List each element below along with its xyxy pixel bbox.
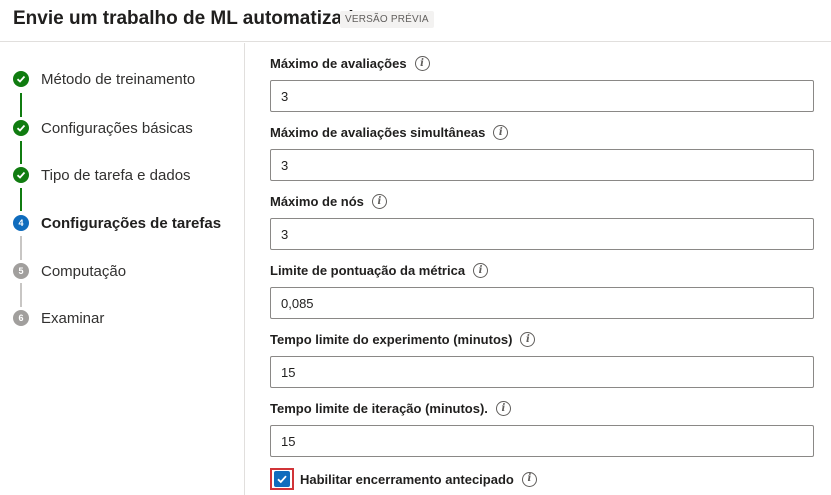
step-task-settings[interactable]: 4 Configurações de tarefas bbox=[13, 211, 221, 235]
wizard-steps-sidebar: Método de treinamento Configurações bási… bbox=[0, 43, 245, 495]
step-connector bbox=[20, 188, 22, 211]
task-settings-form: Máximo de avaliações i Máximo de avaliaç… bbox=[246, 43, 831, 495]
step-connector bbox=[20, 283, 22, 307]
step-training-method[interactable]: Método de treinamento bbox=[13, 67, 195, 91]
step-review[interactable]: 6 Examinar bbox=[13, 306, 104, 330]
check-icon bbox=[13, 71, 29, 87]
early-termination-label: Habilitar encerramento antecipado bbox=[300, 471, 514, 487]
experiment-timeout-label: Tempo limite do experimento (minutos) i bbox=[270, 332, 536, 347]
info-icon[interactable]: i bbox=[493, 125, 509, 140]
preview-badge: VERSÃO PRÉVIA bbox=[340, 11, 434, 28]
max-concurrent-trials-input[interactable] bbox=[270, 149, 814, 181]
step-connector bbox=[20, 141, 22, 164]
step-label: Tipo de tarefa e dados bbox=[41, 166, 191, 184]
step-label: Computação bbox=[41, 262, 127, 280]
iteration-timeout-input[interactable] bbox=[270, 425, 814, 457]
step-compute[interactable]: 5 Computação bbox=[13, 259, 126, 283]
checkmark-icon bbox=[277, 475, 287, 484]
step-number-badge: 5 bbox=[13, 263, 29, 279]
early-termination-row: Habilitar encerramento antecipado i bbox=[270, 468, 537, 490]
iteration-timeout-label: Tempo limite de iteração (minutos). i bbox=[270, 401, 511, 416]
step-label: Configurações de tarefas bbox=[41, 214, 222, 232]
max-trials-label: Máximo de avaliações i bbox=[270, 56, 430, 71]
check-icon bbox=[13, 120, 29, 136]
step-label: Método de treinamento bbox=[41, 70, 196, 88]
metric-threshold-label: Limite de pontuação da métrica i bbox=[270, 263, 489, 278]
page-title: Envie um trabalho de ML automatizado bbox=[13, 8, 366, 29]
step-label: Examinar bbox=[41, 309, 105, 327]
step-basic-settings[interactable]: Configurações básicas bbox=[13, 116, 193, 140]
info-icon[interactable]: i bbox=[371, 194, 387, 209]
info-icon[interactable]: i bbox=[414, 56, 430, 71]
early-termination-checkbox[interactable] bbox=[274, 471, 290, 487]
check-icon bbox=[13, 167, 29, 183]
max-concurrent-trials-label: Máximo de avaliações simultâneas i bbox=[270, 125, 509, 140]
info-icon[interactable]: i bbox=[521, 471, 537, 487]
info-icon[interactable]: i bbox=[520, 332, 536, 347]
max-nodes-input[interactable] bbox=[270, 218, 814, 250]
step-connector bbox=[20, 236, 22, 260]
step-number-badge: 6 bbox=[13, 310, 29, 326]
step-number-badge: 4 bbox=[13, 215, 29, 231]
info-icon[interactable]: i bbox=[473, 263, 489, 278]
metric-threshold-input[interactable] bbox=[270, 287, 814, 319]
max-trials-input[interactable] bbox=[270, 80, 814, 112]
step-label: Configurações básicas bbox=[41, 119, 193, 137]
step-connector bbox=[20, 93, 22, 117]
info-icon[interactable]: i bbox=[495, 401, 511, 416]
step-task-type-and-data[interactable]: Tipo de tarefa e dados bbox=[13, 163, 191, 187]
page-header: Envie um trabalho de ML automatizado VER… bbox=[0, 0, 831, 42]
early-termination-highlight bbox=[270, 468, 294, 490]
max-nodes-label: Máximo de nós i bbox=[270, 194, 387, 209]
experiment-timeout-input[interactable] bbox=[270, 356, 814, 388]
